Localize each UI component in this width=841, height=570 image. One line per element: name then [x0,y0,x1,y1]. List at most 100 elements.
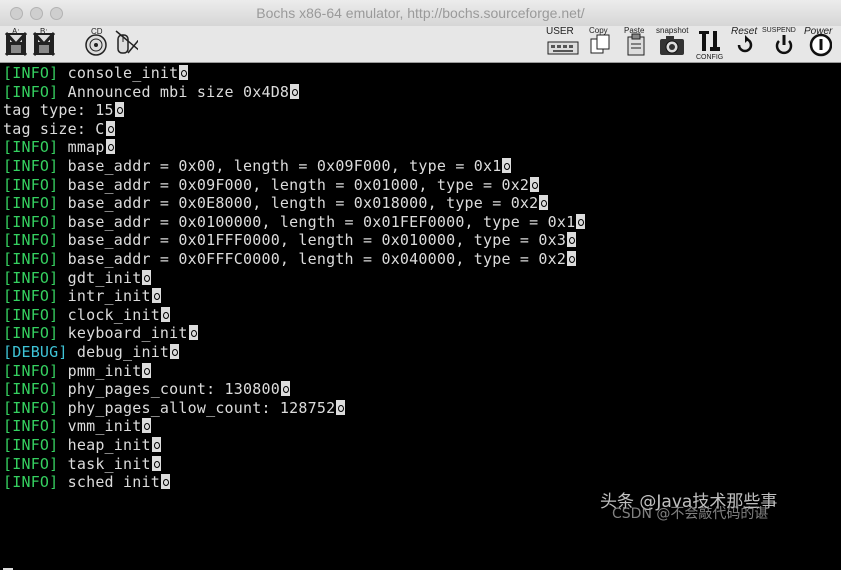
snapshot-label: snapshot [656,26,689,35]
log-message: console_init [58,64,179,82]
log-tag-info: [INFO] [3,64,59,82]
console-line: [INFO] pmm_init [3,361,152,381]
log-message: debug_init [67,343,170,361]
reset-button[interactable]: Reset [731,26,758,57]
log-message: base_addr = 0x01FFF0000, length = 0x0100… [58,231,567,250]
log-message: mmap [58,138,105,157]
title-bar: Bochs x86-64 emulator, http://bochs.sour… [0,0,841,27]
end-of-line-marker [280,381,290,397]
log-tag-info: [INFO] [3,398,59,417]
mouse-capture-button[interactable] [114,29,138,57]
end-of-line-marker [105,139,115,155]
log-tag-info: [INFO] [3,82,59,101]
log-message: clock_init [58,305,160,324]
log-tag-info: [INFO] [3,268,59,287]
bochs-toolbar: A: B: CD USER Copy Paste snapshot CONFIG… [0,26,841,63]
log-tag-info: [INFO] [3,212,59,231]
log-message: task_init [58,454,151,473]
floppy-a-button[interactable]: A: [4,27,28,57]
log-message: tag type: 15 [3,101,114,120]
end-of-line-marker [170,344,180,359]
console-line: [INFO] phy_pages_allow_count: 128752 [3,398,346,418]
log-message: keyboard_init [58,324,188,343]
console-line: [INFO] console_init [3,64,189,83]
log-tag-info: [INFO] [3,305,59,324]
console-line: [INFO] base_addr = 0x00, length = 0x09F0… [3,157,512,176]
end-of-line-marker [151,437,161,452]
console-line: [INFO] gdt_init [3,268,152,288]
console-line: [INFO] phy_pages_count: 130800 [3,380,290,399]
console-line: [INFO] intr_init [3,287,161,306]
snapshot-button[interactable]: snapshot [656,26,690,57]
end-of-line-marker [142,362,152,378]
console-line: [INFO] vmm_init [3,417,152,436]
log-message: base_addr = 0x09F000, length = 0x01000, … [58,175,530,194]
console-line: [INFO] base_addr = 0x0100000, length = 0… [3,212,586,232]
cdrom-label: CD [91,27,103,36]
console-line: [INFO] base_addr = 0x09F000, length = 0x… [3,175,540,195]
console-line: tag type: 15 [3,101,124,120]
log-message: tag size: C [3,119,105,138]
mouse-icon [115,30,138,54]
end-of-line-marker [188,325,198,341]
console-line: [INFO] clock_init [3,306,170,325]
log-tag-info: [INFO] [3,324,59,343]
suspend-label: SUSPEND [762,27,796,34]
log-message: base_addr = 0x0E8000, length = 0x018000,… [58,194,539,213]
console-line: [INFO] keyboard_init [3,324,198,343]
log-tag-info: [INFO] [3,454,59,473]
log-message: pmm_init [58,361,142,380]
log-tag-info: [INFO] [3,231,59,250]
log-tag-info: [INFO] [3,175,59,194]
log-tag-debug: [DEBUG] [3,343,68,361]
console-line: [INFO] sched init [3,473,170,492]
log-tag-info: [INFO] [3,194,59,213]
power-label: Power [804,26,833,37]
reset-label: Reset [731,26,758,37]
log-tag-info: [INFO] [3,157,59,175]
end-of-line-marker [105,120,115,136]
copy-button[interactable]: Copy [588,26,612,57]
log-message: Announced mbi size 0x4D8 [58,82,290,101]
end-of-line-marker [160,306,170,322]
power-button[interactable]: Power [804,26,832,57]
console-line: [INFO] base_addr = 0x0E8000, length = 0x… [3,194,549,213]
log-message: base_addr = 0x0FFFC0000, length = 0x0400… [58,250,567,268]
cdrom-button[interactable]: CD [84,27,108,57]
end-of-line-marker [336,399,346,415]
log-message: phy_pages_allow_count: 128752 [58,398,336,417]
log-tag-info: [INFO] [3,436,59,454]
config-icon [699,31,720,51]
vga-console[interactable]: [INFO] console_init [INFO] Announced mbi … [0,63,841,570]
end-of-line-marker [160,474,170,490]
floppy-b-label: B: [40,27,48,36]
log-message: vmm_init [58,417,142,436]
paste-label: Paste [624,26,645,35]
window-title: Bochs x86-64 emulator, http://bochs.sour… [256,5,585,21]
console-line: [INFO] heap_init [3,436,161,455]
watermark-csdn: CSDN @不会敲代码的谌 [612,506,769,522]
end-of-line-marker [142,269,152,285]
end-of-line-marker [151,455,161,471]
log-tag-info: [INFO] [3,473,59,492]
end-of-line-marker [179,65,189,80]
end-of-line-marker [539,195,549,211]
console-line: tag size: C [3,120,115,139]
log-message: gdt_init [58,268,142,287]
log-tag-info: [INFO] [3,380,59,399]
config-button[interactable]: CONFIG [696,29,724,61]
log-message: phy_pages_count: 130800 [58,380,280,399]
suspend-button[interactable]: SUSPEND [762,27,796,57]
console-line: [DEBUG] debug_init [3,343,180,362]
floppy-a-label: A: [12,27,20,36]
user-label: USER [546,26,574,37]
end-of-line-marker [567,232,577,248]
floppy-b-button[interactable]: B: [32,27,56,57]
console-line: [INFO] task_init [3,455,161,474]
paste-button[interactable]: Paste [624,26,648,57]
log-tag-info: [INFO] [3,138,59,157]
end-of-line-marker [114,102,124,118]
console-line: [INFO] Announced mbi size 0x4D8 [3,82,300,102]
end-of-line-marker [142,418,152,434]
user-button[interactable]: USER [546,26,580,57]
